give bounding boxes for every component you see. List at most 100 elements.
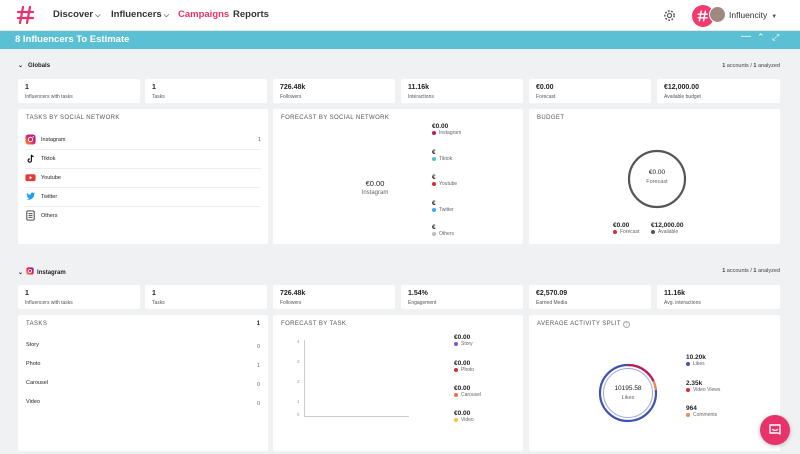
legend-dot <box>686 387 690 392</box>
instagram-icon <box>26 267 34 275</box>
legend-item: €0.00 Instagram <box>432 123 462 136</box>
minimize-icon[interactable]: — <box>741 31 751 42</box>
card-title: BUDGET <box>537 115 565 121</box>
legend-dot <box>454 341 458 346</box>
legend-item: €0.00 Forecast <box>613 222 640 235</box>
y-axis <box>304 340 305 416</box>
task-name: Story <box>26 342 39 348</box>
task-count: 1 <box>257 137 261 143</box>
account-menu[interactable]: Influencity ▼ <box>729 10 777 20</box>
y-tick-label: 4 <box>297 339 300 344</box>
task-count: 0 <box>256 382 260 388</box>
estimate-titlebar: 8 Influencers To Estimate — ⌃ ⤢ <box>0 31 800 49</box>
list-item[interactable]: Others <box>25 208 261 226</box>
network-name: Tiktok <box>41 156 56 162</box>
legend-dot <box>432 130 436 135</box>
donut-center: €0.00 Instagram <box>337 179 413 196</box>
tasks-by-network-card: TASKS BY SOCIAL NETWORK Instagram 1 Tikt… <box>18 109 268 244</box>
legend-item: € Twitter <box>432 200 454 213</box>
stat-card: 1 Influencers with tasks <box>18 79 140 103</box>
legend-dot <box>686 361 690 366</box>
influencity-logo <box>697 10 708 22</box>
center-value: €0.00 <box>365 179 385 188</box>
chevron-down-icon: ⌵ <box>163 12 169 19</box>
legend-dot <box>432 231 436 236</box>
twitter-icon <box>26 192 36 200</box>
chevron-down-icon: ⌄ <box>18 63 24 69</box>
card-title: TASKS BY SOCIAL NETWORK <box>26 115 120 121</box>
legend-dot <box>454 392 458 397</box>
list-item[interactable]: Story 0 <box>26 342 260 361</box>
card-title: FORECAST BY TASK <box>281 321 347 327</box>
stat-card: 1 Tasks <box>145 79 267 103</box>
legend-dot <box>432 156 436 161</box>
legend-dot <box>432 207 436 212</box>
chevron-up-icon[interactable]: ⌃ <box>757 32 765 43</box>
globals-section-header[interactable]: ⌄ Globals <box>18 62 50 76</box>
legend-item: 10.20k Likes <box>686 354 706 367</box>
caret-down-icon: ▼ <box>771 14 778 20</box>
tasks-card: TASKS 1 Story 0 Photo 1 Carousel 0 Video 0 <box>18 315 268 451</box>
youtube-icon <box>25 174 36 182</box>
y-tick-label: 3 <box>297 359 300 364</box>
list-item[interactable]: Instagram 1 <box>25 132 261 150</box>
stat-card: 726.48k Followers <box>273 285 395 309</box>
center-label: Instagram <box>361 190 389 196</box>
instagram-section-header[interactable]: ⌄ Instagram <box>18 267 66 281</box>
stat-card: 1 Influencers with tasks <box>18 285 140 309</box>
legend-item: €0.00 Video <box>454 410 474 423</box>
stat-card: 1.54% Engagement <box>401 285 523 309</box>
document-icon <box>26 210 35 221</box>
forecast-by-task-card: FORECAST BY TASK 4 3 2 1 0 €0.00 Story €0… <box>273 315 523 451</box>
legend-item: 2.35k Video Views <box>686 380 721 393</box>
activity-split-card: AVERAGE ACTIVITY SPLIT ? 10195.58 Likes … <box>529 315 780 451</box>
list-item[interactable]: Youtube <box>25 170 261 188</box>
card-title: TASKS <box>26 321 48 327</box>
stat-card: 11.16k Interactions <box>401 79 523 103</box>
user-avatar[interactable] <box>709 6 726 23</box>
top-navbar: Discover ⌵ Influencers ⌵ Campaigns Reports… <box>0 0 800 31</box>
stat-card: 11.16k Avg. interactions <box>657 285 780 309</box>
info-icon[interactable]: ? <box>622 321 630 328</box>
legend-item: €0.00 Carousel <box>454 385 482 398</box>
center-label: Likes <box>621 395 635 401</box>
page-title: 8 Influencers To Estimate <box>15 34 130 45</box>
nav-discover[interactable]: Discover ⌵ <box>53 9 100 20</box>
nav-campaigns[interactable]: Campaigns <box>178 9 229 20</box>
task-count: 0 <box>256 344 260 350</box>
task-name: Carousel <box>26 380 49 386</box>
chevron-down-icon: ⌵ <box>95 12 101 19</box>
chevron-down-icon: ⌄ <box>18 270 24 276</box>
expand-icon[interactable]: ⤢ <box>772 32 779 43</box>
gear-icon[interactable] <box>663 9 676 22</box>
donut-center: 10195.58 Likes <box>597 385 659 401</box>
legend-dot <box>454 417 458 422</box>
legend-item: € Youtube <box>432 174 458 187</box>
tiktok-icon <box>25 153 36 164</box>
legend-dot <box>454 367 458 372</box>
y-tick-label: 1 <box>297 399 300 404</box>
stat-card: 726.48k Followers <box>273 79 395 103</box>
network-name: Twitter <box>41 194 58 200</box>
nav-influencers[interactable]: Influencers ⌵ <box>111 9 169 20</box>
chat-button[interactable] <box>760 415 790 445</box>
stat-card: €0.00 Forecast <box>529 79 651 103</box>
y-tick-label: 0 <box>297 412 300 417</box>
instagram-icon <box>25 134 36 145</box>
y-tick-label: 2 <box>297 379 300 384</box>
list-item[interactable]: Tiktok <box>25 151 261 169</box>
tasks-total: 1 <box>256 321 260 327</box>
list-item[interactable]: Video 0 <box>26 399 260 418</box>
network-name: Instagram <box>41 137 66 143</box>
center-value: 10195.58 <box>614 385 642 392</box>
list-item[interactable]: Photo 1 <box>26 361 260 380</box>
list-item[interactable]: Twitter <box>25 189 261 207</box>
globals-accounts-summary: 1 accounts / 1 analyzed <box>722 63 780 69</box>
x-axis <box>304 416 409 417</box>
list-item[interactable]: Carousel 0 <box>26 380 260 399</box>
influencity-logo[interactable] <box>16 5 36 25</box>
nav-reports[interactable]: Reports <box>233 9 269 20</box>
task-name: Video <box>26 399 40 405</box>
card-title: FORECAST BY SOCIAL NETWORK <box>281 115 390 121</box>
legend-item: 964 Comments <box>686 405 718 418</box>
